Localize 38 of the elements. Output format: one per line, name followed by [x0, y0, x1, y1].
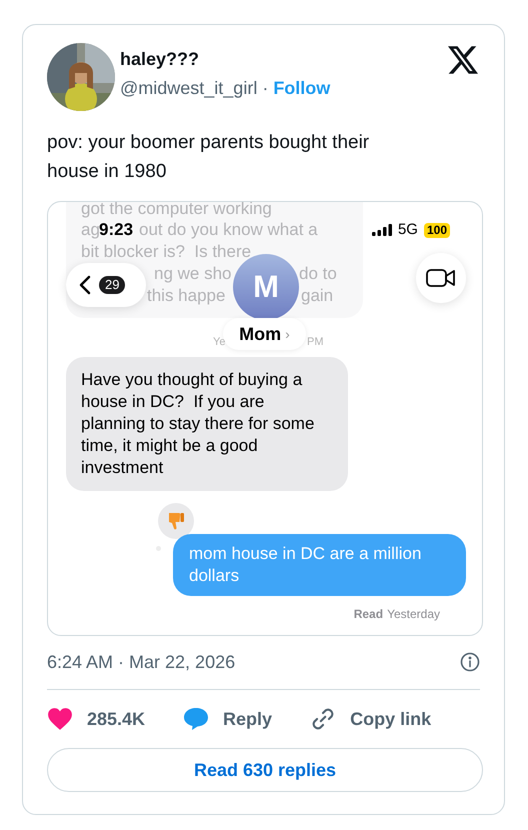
received-message-bubble: Have you thought of buying a house in DC? If you are planning to stay there for some time, it might be a good investment	[66, 357, 348, 491]
video-call-button[interactable]	[416, 253, 466, 303]
reaction-bubble[interactable]	[158, 503, 194, 539]
faded-timestamp: Ye	[213, 335, 226, 349]
separator-dot: ·	[262, 77, 268, 100]
heart-icon	[47, 707, 73, 731]
faded-message-text: out do you know what a	[139, 219, 318, 241]
link-icon	[310, 706, 336, 732]
back-chevron-icon	[79, 275, 91, 295]
faded-message-text: ng we sho	[154, 263, 232, 285]
like-action[interactable]: 285.4K	[47, 706, 146, 732]
network-label: 5G	[398, 221, 418, 239]
faded-message-text: do to	[299, 263, 337, 285]
author-handle[interactable]: @midwest_it_girl	[120, 75, 258, 101]
faded-message-text: got the computer working	[81, 202, 272, 220]
video-camera-icon	[426, 268, 456, 288]
info-icon[interactable]	[460, 652, 480, 672]
post-timestamp[interactable]: 6:24 AM · Mar 22, 2026	[47, 650, 236, 674]
reply-action[interactable]: Reply	[183, 706, 272, 732]
faded-message-text: ag	[81, 219, 100, 241]
signal-icon	[372, 224, 392, 236]
status-time: 9:23	[99, 219, 134, 241]
author-name[interactable]: haley???	[120, 47, 448, 71]
unread-count-badge: 29	[99, 276, 126, 294]
read-replies-button[interactable]: Read 630 replies	[47, 748, 483, 792]
faded-message-text: this happe	[147, 285, 226, 307]
x-logo-icon[interactable]	[448, 46, 478, 74]
sent-message-bubble: mom house in DC are a million dollars	[173, 534, 466, 596]
chevron-icon: ›	[285, 324, 290, 344]
read-label: Read	[354, 607, 384, 622]
read-time: Yesterday	[387, 607, 440, 622]
speech-bubble-icon	[183, 707, 210, 731]
copy-action[interactable]: Copy link	[310, 706, 432, 732]
faded-timestamp: PM	[307, 335, 324, 349]
post-text: pov: your boomer parents bought their house in 1980	[47, 131, 370, 184]
battery-badge: 100	[424, 222, 450, 238]
thumbs-down-icon	[167, 511, 185, 531]
faded-message-text: gain	[301, 285, 334, 307]
